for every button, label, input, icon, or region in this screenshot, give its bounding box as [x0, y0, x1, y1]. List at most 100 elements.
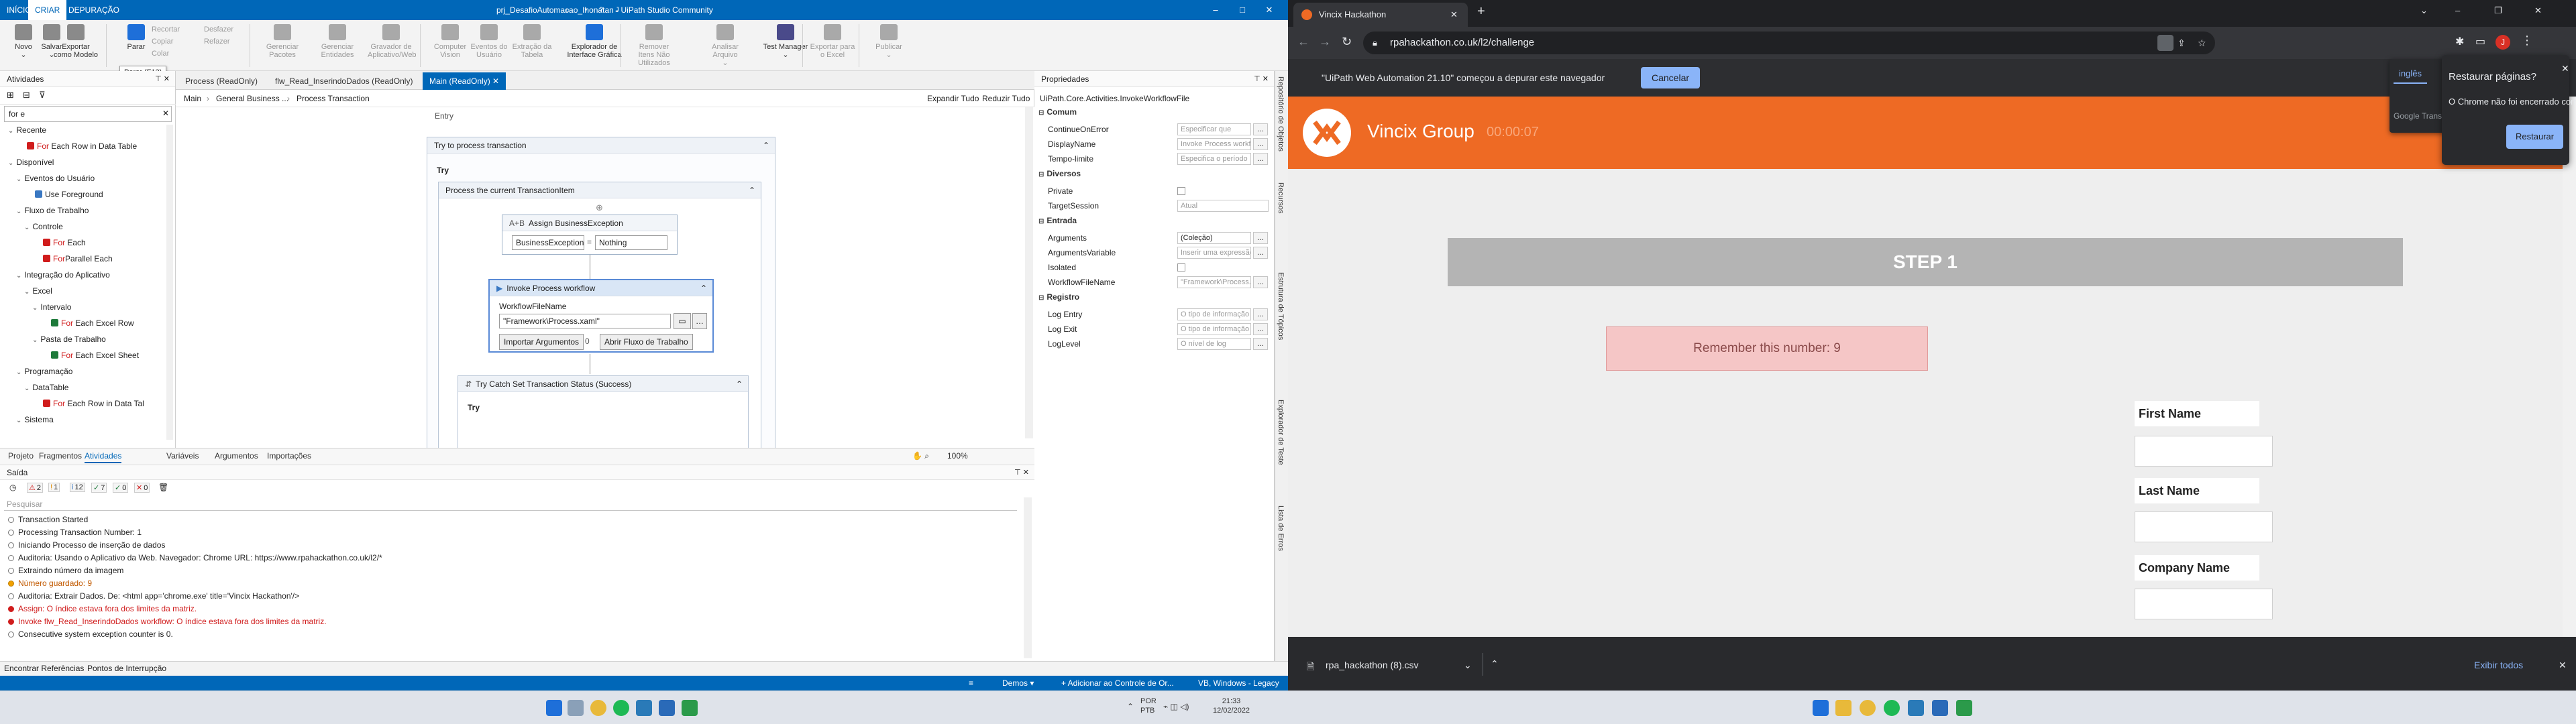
tree-item[interactable]: ⌄ Pasta de Trabalho	[32, 334, 106, 346]
lock-icon[interactable]: 🔒︎	[1373, 32, 1377, 54]
chrome-icon[interactable]	[590, 700, 606, 716]
log-entry[interactable]: Iniciando Processo de inserção de dados	[8, 539, 165, 551]
property-category[interactable]: ⊟ Registro	[1038, 292, 1079, 302]
open-workflow-button[interactable]: Abrir Fluxo de Trabalho	[600, 334, 693, 350]
source-control[interactable]: + Adicionar ao Controle de Or...	[1061, 676, 1174, 690]
collapse-icon[interactable]: ⌃	[749, 182, 755, 198]
breadcrumb-item[interactable]: Process Transaction	[297, 90, 370, 107]
tree-item[interactable]: For Each	[40, 237, 86, 249]
log-entry[interactable]: Auditoria: Extrair Dados. De: <html app=…	[8, 590, 299, 602]
clipboard-button[interactable]: Copiar	[152, 38, 173, 46]
import-arguments-button[interactable]: Importar Argumentos	[499, 334, 584, 350]
ribbon-button[interactable]: Gerenciar Pacotes	[259, 24, 306, 59]
tree-item[interactable]: ⌄ Excel	[24, 286, 52, 298]
side-panel-tab[interactable]: Repositório de Objetos	[1277, 76, 1285, 152]
tree-item[interactable]: For Each Row in Data Table	[24, 141, 137, 153]
extensions-icon[interactable]: ✱	[2455, 35, 2464, 48]
canvas-vertical-scrollbar[interactable]	[1025, 107, 1033, 438]
ribbon-button[interactable]: Exportar como Modelo	[52, 24, 99, 59]
tree-item[interactable]: ⌄ Controle	[24, 221, 63, 233]
property-value-input[interactable]: O tipo de informação	[1177, 323, 1251, 335]
last-name-input[interactable]	[2135, 511, 2273, 542]
clipboard-button[interactable]: Colar	[152, 50, 169, 58]
ellipsis-button[interactable]: …	[1253, 308, 1268, 320]
breakpoints-tab[interactable]: Pontos de Interrupção	[87, 662, 166, 675]
tray-icons[interactable]: ⌁ ◫ ◁)	[1163, 702, 1189, 711]
page-scrollbar[interactable]	[2563, 97, 2576, 637]
back-icon[interactable]: ←	[1297, 35, 1309, 49]
collapse-icon[interactable]: ⊟	[1038, 294, 1044, 302]
user-avatar[interactable]: J	[604, 0, 631, 20]
ribbon-button[interactable]: Eventos do Usuário	[466, 24, 513, 59]
collapse-all-link[interactable]: Reduzir Tudo	[982, 90, 1030, 107]
show-all-downloads[interactable]: Exibir todos	[2474, 660, 2523, 670]
workflow-file-input[interactable]: "Framework\Process.xaml"	[499, 314, 671, 328]
keyboard-language[interactable]: POR PTB	[1140, 697, 1157, 715]
profile-avatar[interactable]: J	[2496, 35, 2510, 50]
first-name-input[interactable]	[2135, 436, 2273, 467]
folder-icon[interactable]: ▭	[674, 313, 691, 329]
pin-icon[interactable]: ⊤ ✕	[1254, 71, 1269, 87]
close-download-bar-icon[interactable]: ✕	[2559, 660, 2567, 671]
property-value-input[interactable]: Especifica o período	[1177, 153, 1251, 165]
output-filter-button[interactable]: ✓ 0	[113, 483, 129, 493]
ribbon-button[interactable]: Remover Itens Não Utilizados⌄	[631, 24, 678, 75]
chevron-down-icon[interactable]: ⌄	[24, 288, 30, 296]
uipath-studio-icon[interactable]	[636, 700, 652, 716]
chevron-down-icon[interactable]: ⌄	[16, 272, 21, 280]
restore-button[interactable]: ❐	[2494, 5, 2502, 16]
output-search-input[interactable]: Pesquisar	[4, 497, 1017, 511]
tab-main[interactable]: Main (ReadOnly) ✕	[423, 72, 506, 90]
property-value-input[interactable]: (Coleção)	[1177, 232, 1251, 244]
property-value-input[interactable]: "Framework\Process.xaml"	[1177, 276, 1251, 288]
collapse-icon[interactable]: ⊟	[1038, 218, 1044, 225]
tree-item[interactable]: ⌄ Programação	[16, 366, 72, 378]
chevron-down-icon[interactable]: ⌄	[16, 208, 21, 215]
property-value-input[interactable]: O tipo de informação	[1177, 308, 1251, 320]
orchestrator-folder[interactable]: Demos ▾	[1002, 676, 1034, 690]
media-icon[interactable]: ▭	[2475, 35, 2485, 48]
translate-icon[interactable]	[2157, 35, 2174, 51]
log-entry[interactable]: Auditoria: Usando o Aplicativo da Web. N…	[8, 552, 382, 564]
property-category[interactable]: ⊟ Entrada	[1038, 216, 1077, 225]
clock-icon[interactable]: ◷	[9, 483, 16, 492]
tree-item[interactable]: ⌄ Disponível	[8, 157, 54, 169]
property-value-input[interactable]: Inserir uma expressão	[1177, 247, 1251, 259]
chevron-down-icon[interactable]: ⌄	[8, 160, 13, 167]
log-entry[interactable]: Número guardado: 9	[8, 577, 92, 589]
log-entry[interactable]: Processing Transaction Number: 1	[8, 526, 142, 538]
tree-item[interactable]: For Each Row in Data Tal	[40, 398, 144, 410]
log-entry[interactable]: Invoke flw_Read_InserindoDados workflow:…	[8, 615, 327, 627]
property-value-input[interactable]: Atual	[1177, 200, 1269, 212]
ribbon-button[interactable]: Publicar ⌄	[865, 24, 912, 59]
forward-icon[interactable]: →	[1319, 35, 1331, 49]
ribbon-button[interactable]: Analisar Arquivo ⌄	[702, 24, 749, 67]
windows-start-icon[interactable]	[1813, 700, 1829, 716]
spotify-icon[interactable]	[613, 700, 629, 716]
assign-activity[interactable]: A+B Assign BusinessException BusinessExce…	[502, 215, 678, 255]
process-current-sequence[interactable]: Process the current TransactionItem ⌃ ⊕ A…	[438, 182, 761, 448]
tab-criar[interactable]: CRIAR	[28, 0, 67, 20]
property-value-input[interactable]: Especificar que	[1177, 123, 1251, 135]
uipath-assistant-icon[interactable]	[1956, 700, 1972, 716]
company-name-input[interactable]	[2135, 589, 2273, 619]
zoom-level[interactable]: 100%	[947, 451, 968, 461]
chevron-down-icon[interactable]: ⌄	[32, 304, 38, 312]
ellipsis-button[interactable]: …	[1253, 247, 1268, 259]
bottom-tab[interactable]: Fragmentos	[39, 451, 82, 461]
side-panel-tab[interactable]: Lista de Erros	[1277, 505, 1285, 551]
filter-icon[interactable]: ⊽	[39, 90, 46, 101]
property-value-input[interactable]: O nível de log	[1177, 338, 1251, 350]
tree-item[interactable]: For Each Excel Row	[48, 318, 134, 330]
file-icon[interactable]	[1932, 700, 1948, 716]
chrome-tab[interactable]: Vincix Hackathon ✕	[1293, 3, 1468, 27]
ellipsis-button[interactable]: …	[1253, 232, 1268, 244]
tree-item[interactable]: ⌄ Sistema	[16, 414, 54, 426]
restore-button[interactable]: Restaurar	[2506, 125, 2564, 149]
uipath-assistant-icon[interactable]	[682, 700, 698, 716]
clear-search-icon[interactable]: ✕	[162, 109, 169, 118]
property-checkbox[interactable]	[1177, 187, 1185, 195]
expand-icon[interactable]: ⊞	[7, 90, 14, 101]
ellipsis-button[interactable]: …	[1253, 276, 1268, 288]
ribbon-button[interactable]: Explorador de Interface Gráfica	[561, 24, 628, 59]
